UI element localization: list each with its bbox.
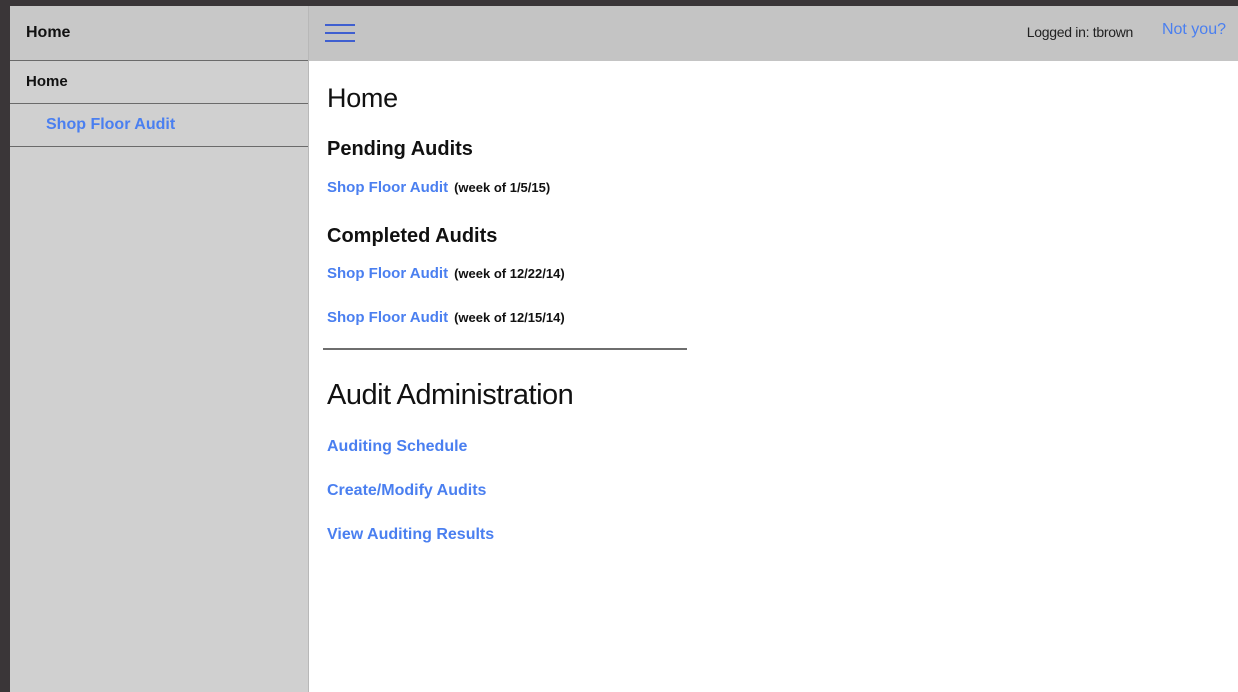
pending-audits-heading: Pending Audits — [327, 138, 473, 160]
pending-audit-row: Shop Floor Audit (week of 1/5/15) — [327, 179, 550, 196]
app-window: Home Home Shop Floor Audit Logged in: tb… — [10, 6, 1238, 692]
completed-audit-row: Shop Floor Audit (week of 12/22/14) — [327, 265, 565, 282]
create-modify-audits-link[interactable]: Create/Modify Audits — [327, 482, 486, 500]
sidebar-item-shop-floor-audit[interactable]: Shop Floor Audit — [10, 104, 308, 147]
view-auditing-results-link[interactable]: View Auditing Results — [327, 526, 494, 544]
logged-in-label: Logged in: tbrown — [1026, 24, 1134, 40]
auditing-schedule-link[interactable]: Auditing Schedule — [327, 438, 467, 456]
menu-icon[interactable] — [325, 24, 355, 44]
audit-week-label: (week of 12/22/14) — [454, 266, 565, 281]
completed-audits-heading: Completed Audits — [327, 225, 498, 247]
completed-audit-link[interactable]: Shop Floor Audit — [327, 265, 448, 282]
main-content: Home Pending Audits Shop Floor Audit (wee… — [309, 61, 1238, 692]
audit-administration-heading: Audit Administration — [327, 379, 574, 411]
section-divider — [323, 348, 687, 350]
completed-audit-row: Shop Floor Audit (week of 12/15/14) — [327, 309, 565, 326]
page-title: Home — [327, 83, 398, 113]
pending-audit-link[interactable]: Shop Floor Audit — [327, 179, 448, 196]
sidebar: Home Home Shop Floor Audit — [10, 6, 309, 692]
sidebar-item-home[interactable]: Home — [10, 61, 308, 104]
not-you-link[interactable]: Not you? — [1162, 21, 1226, 39]
completed-audit-link[interactable]: Shop Floor Audit — [327, 309, 448, 326]
sidebar-header: Home — [10, 6, 308, 61]
audit-week-label: (week of 12/15/14) — [454, 310, 565, 325]
top-bar: Logged in: tbrown Not you? — [309, 6, 1238, 61]
audit-week-label: (week of 1/5/15) — [454, 180, 551, 195]
